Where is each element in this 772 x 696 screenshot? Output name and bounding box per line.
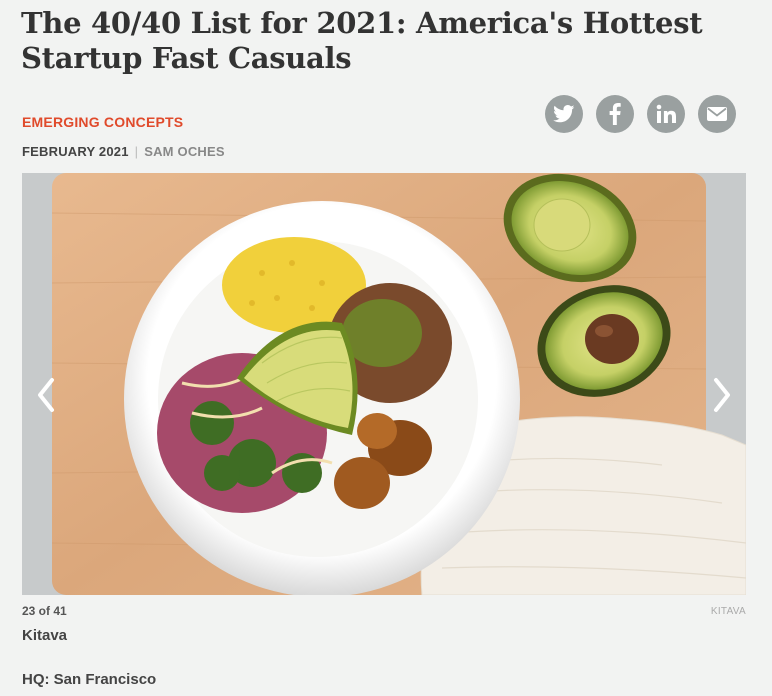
- facebook-share-button[interactable]: [596, 95, 634, 133]
- byline-separator: |: [134, 144, 139, 159]
- linkedin-share-button[interactable]: [647, 95, 685, 133]
- email-share-button[interactable]: [698, 95, 736, 133]
- slideshow-image: [22, 173, 746, 595]
- slide-hq: HQ: San Francisco: [22, 671, 157, 688]
- chevron-right-icon: [714, 378, 730, 412]
- share-buttons: [545, 95, 736, 133]
- author-link[interactable]: SAM OCHES: [144, 144, 225, 159]
- next-slide-button[interactable]: [708, 373, 736, 417]
- twitter-share-button[interactable]: [545, 95, 583, 133]
- slide-counter: 23 of 41: [22, 604, 67, 618]
- chevron-left-icon: [38, 378, 54, 412]
- twitter-icon: [553, 105, 575, 123]
- category-link[interactable]: EMERGING CONCEPTS: [22, 114, 183, 130]
- food-bowl-photo: [22, 173, 746, 595]
- publish-date: FEBRUARY 2021: [22, 144, 129, 159]
- email-icon: [707, 107, 727, 121]
- facebook-icon: [609, 103, 621, 125]
- previous-slide-button[interactable]: [32, 373, 60, 417]
- linkedin-icon: [656, 104, 676, 123]
- photo-credit: KITAVA: [710, 606, 746, 617]
- byline: FEBRUARY 2021 | SAM OCHES: [22, 144, 225, 159]
- slide-title: Kitava: [22, 627, 68, 644]
- article-title: The 40/40 List for 2021: America's Hotte…: [21, 6, 703, 75]
